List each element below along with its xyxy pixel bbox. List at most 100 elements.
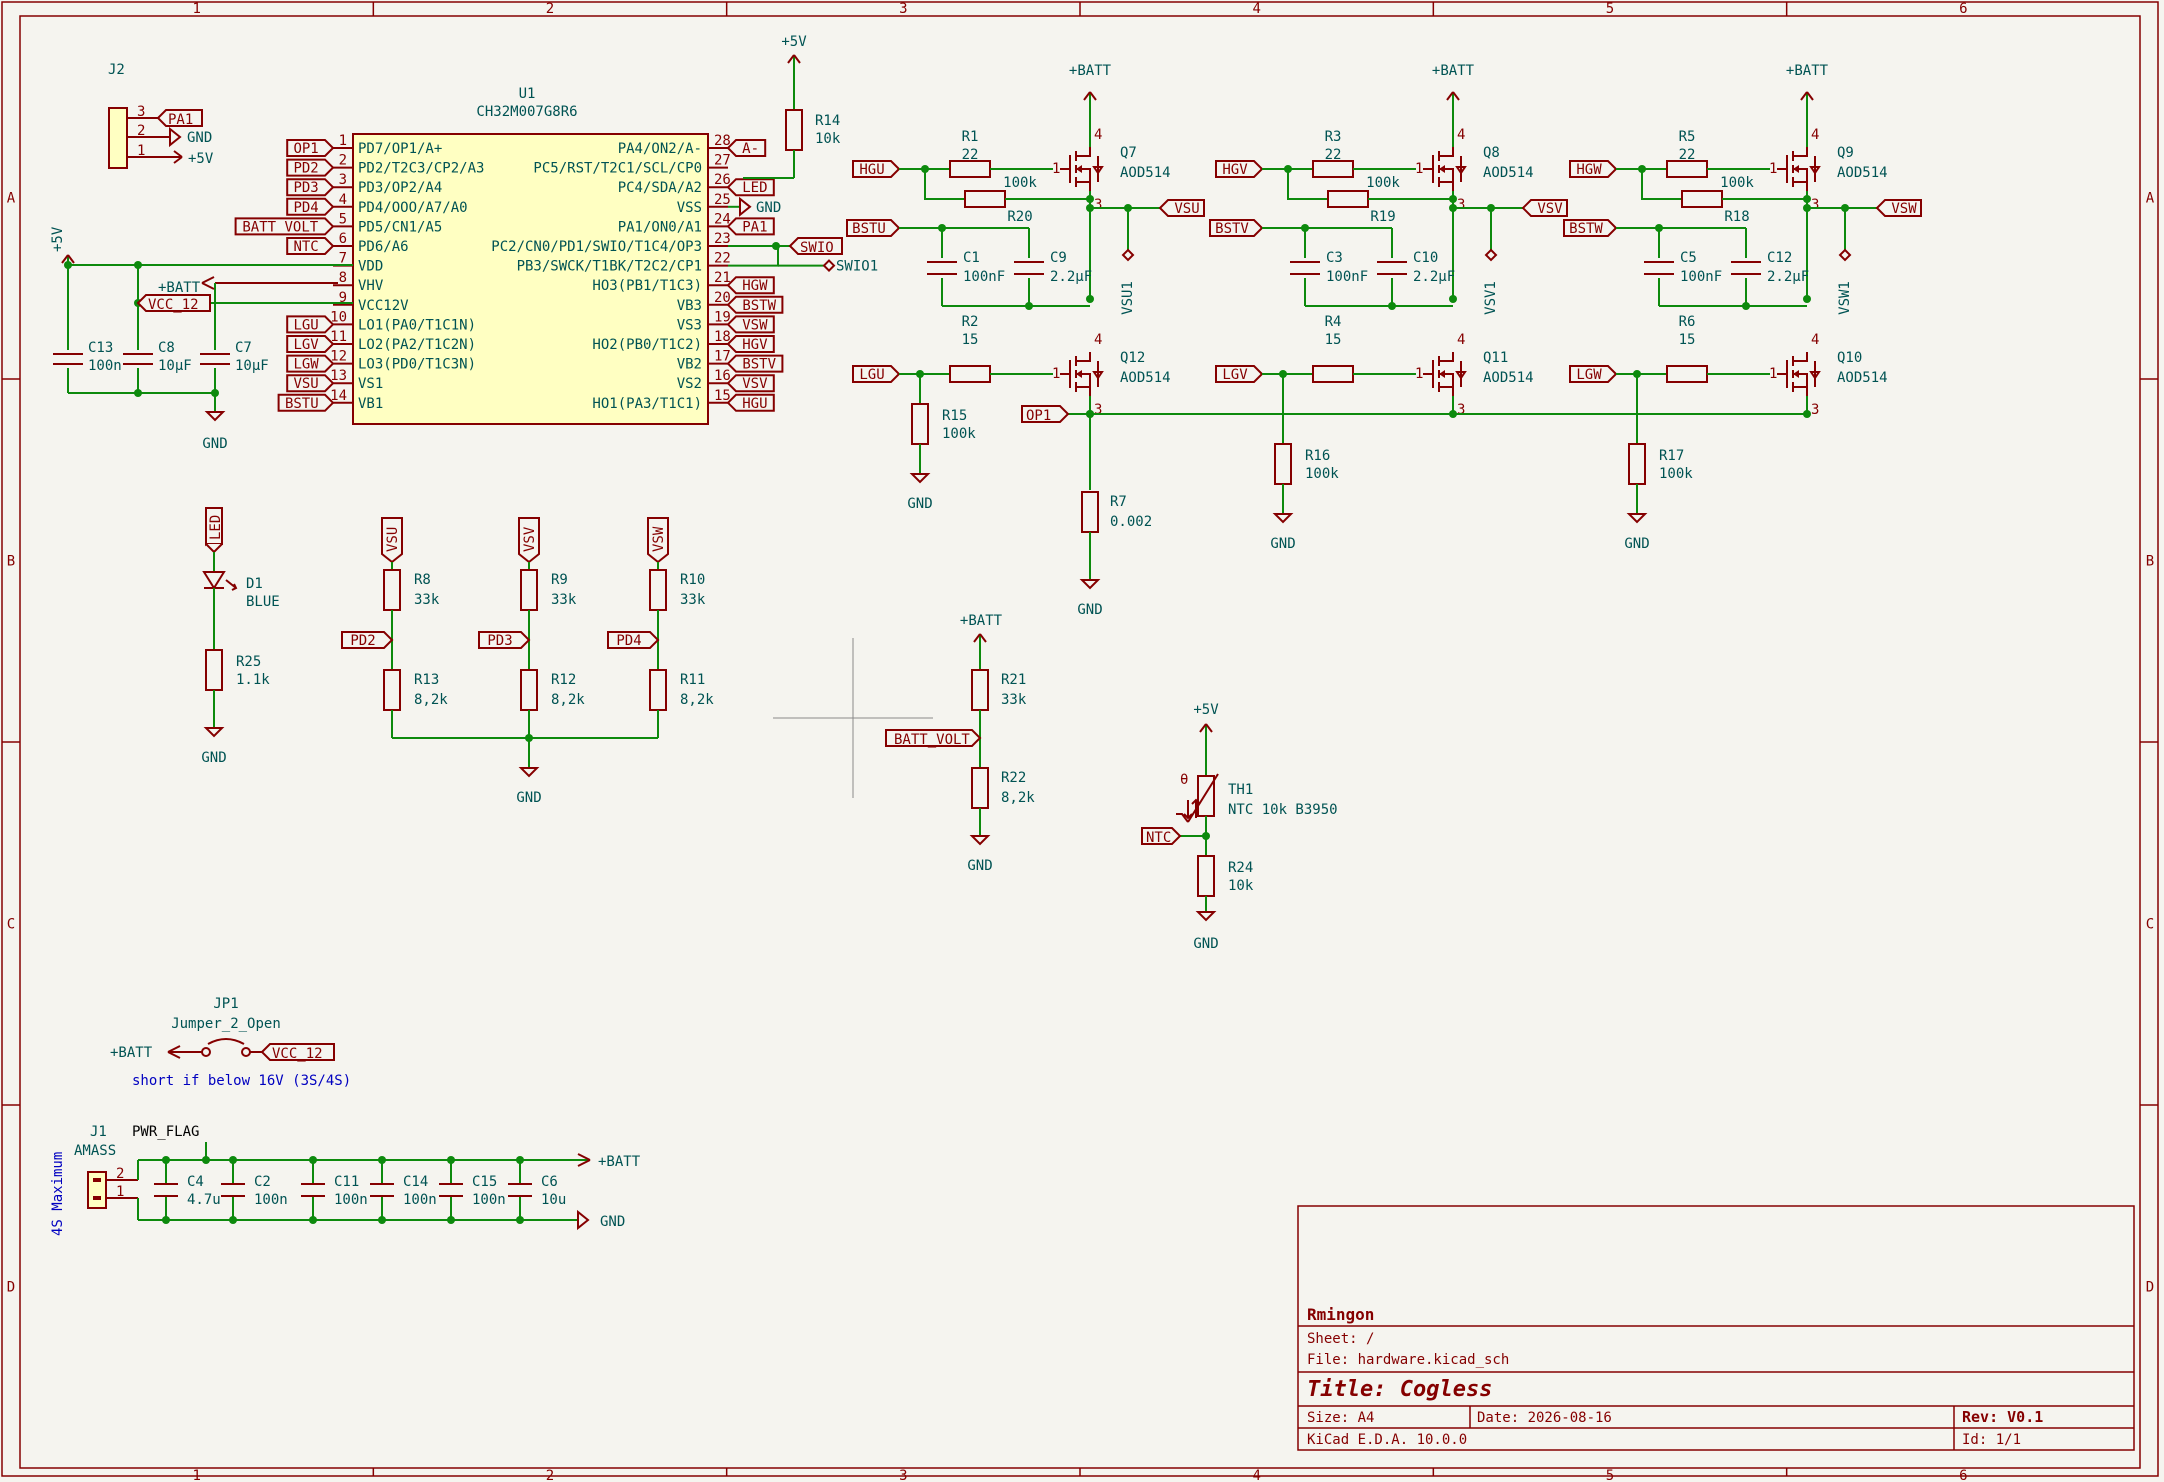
phase-probe: VSU1 xyxy=(1120,281,1136,315)
cap-value: 100n xyxy=(88,358,122,374)
divider-mid-label: PD2 xyxy=(350,633,375,649)
incap-value: 100n xyxy=(254,1192,288,1208)
tb-company: Rmingon xyxy=(1307,1305,1374,1324)
mcu-pin-name: PB3/SWCK/T1BK/T2C2/CP1 xyxy=(517,259,702,275)
mcu-pin-name: HO3(PB1/T1C3) xyxy=(592,278,702,294)
bdiv-batt: +BATT xyxy=(960,613,1003,629)
r7-shunt-body[interactable] xyxy=(1081,491,1099,533)
phase-batt: +BATT xyxy=(1069,63,1112,79)
led-value: BLUE xyxy=(246,594,280,610)
mcu-pin-name: LO1(PA0/T1C1N) xyxy=(358,317,476,333)
fet-pin-d: 4 xyxy=(1094,332,1102,348)
mcu-net-label: GND xyxy=(756,200,781,216)
mcu-pin-name: PC5/RST/T2C1/SCL/CP0 xyxy=(533,161,702,177)
phase-lg-label: LGW xyxy=(1576,367,1602,383)
mcu-pin-name: HO1(PA3/T1C1) xyxy=(592,396,702,412)
divider-top-label: VSW xyxy=(651,526,667,552)
c2-ref: C9 xyxy=(1050,250,1067,266)
rpd-ref: R15 xyxy=(942,408,967,424)
frame-row-left: D xyxy=(7,1280,15,1296)
phase-bst-label: BSTW xyxy=(1569,221,1603,237)
input-gnd: GND xyxy=(600,1214,625,1230)
divider-r1-value: 33k xyxy=(680,592,706,608)
divider-r1-ref: R8 xyxy=(414,572,431,588)
fet-ref: Q7 xyxy=(1120,145,1137,161)
rpd-value: 100k xyxy=(1305,466,1339,482)
rpd-value: 100k xyxy=(1659,466,1693,482)
tb-id: Id: 1/1 xyxy=(1962,1432,2021,1448)
mcu-net-label: PD2 xyxy=(293,161,318,177)
schematic-sheet: 112233445566A AB BC CD D U1 CH32M007G8R6 1 PD… xyxy=(0,0,2164,1482)
incap-value: 100n xyxy=(403,1192,437,1208)
fet-pin-g: 1 xyxy=(1769,161,1777,177)
mcu-pin-name: LO3(PD0/T1C3N) xyxy=(358,357,476,373)
rg2-ref: R2 xyxy=(962,314,979,330)
phase-lg-label: LGU xyxy=(859,367,884,383)
mcu-net-label: HGU xyxy=(742,396,767,412)
mcu-pin-name: VB2 xyxy=(677,357,702,373)
tb-title: Title: Cogless xyxy=(1307,1377,1492,1402)
mcu-pin-num: 1 xyxy=(339,133,347,149)
mcu-net-label: HGV xyxy=(742,337,768,353)
j2-pin2: 2 xyxy=(137,123,145,139)
fet-pin-g: 1 xyxy=(1769,366,1777,382)
divider-r1-value: 33k xyxy=(551,592,577,608)
fet-value: AOD514 xyxy=(1483,165,1534,181)
jp1-note: short if below 16V (3S/4S) xyxy=(132,1073,351,1089)
fet-value: AOD514 xyxy=(1483,370,1534,386)
incap-ref: C6 xyxy=(541,1174,558,1190)
mcu-pin-name: PA4/ON2/A- xyxy=(618,141,702,157)
incap-value: 100n xyxy=(472,1192,506,1208)
phase-hg-label: HGV xyxy=(1222,162,1248,178)
incap-ref: C15 xyxy=(472,1174,497,1190)
mcu-pin-name: VDD xyxy=(358,259,383,275)
th1-ref: TH1 xyxy=(1228,782,1253,798)
mcu-pin-num: 25 xyxy=(714,192,731,208)
r22-value: 8,2k xyxy=(1001,790,1035,806)
phase-vs-label: VSW xyxy=(1891,201,1917,217)
fet-pin-s: 3 xyxy=(1457,197,1465,213)
mcu-pin-num: 22 xyxy=(714,251,731,267)
mcu-net-label: VSW xyxy=(742,317,768,333)
phase-batt: +BATT xyxy=(1432,63,1475,79)
bdiv-gnd: GND xyxy=(967,858,992,874)
frame-col-bottom: 2 xyxy=(546,1468,554,1482)
dividers-gnd: GND xyxy=(516,790,541,806)
c2-ref: C10 xyxy=(1413,250,1438,266)
rg1-value: 22 xyxy=(962,147,979,163)
tb-tool: KiCad E.D.A. 10.0.0 xyxy=(1307,1432,1467,1448)
mcu-pin-name: VCC12V xyxy=(358,298,409,314)
j1-body[interactable] xyxy=(87,1171,107,1209)
cap-ref: C8 xyxy=(158,340,175,356)
phase-vs-label: VSU xyxy=(1174,201,1199,217)
frame-col-bottom: 4 xyxy=(1252,1468,1260,1482)
frame-col-bottom: 5 xyxy=(1606,1468,1614,1482)
j2-pin3: 3 xyxy=(137,104,145,120)
phase-hg-label: HGU xyxy=(859,162,884,178)
mcu-pin-name: PA1/ON0/A1 xyxy=(618,219,702,235)
frame-row-right: B xyxy=(2146,554,2154,570)
pulldown-gnd: GND xyxy=(907,496,932,512)
mcu-pin-num: 8 xyxy=(339,270,347,286)
frame-col-bottom: 6 xyxy=(1959,1468,1967,1482)
mcu-pin-name: VB3 xyxy=(677,298,702,314)
mcu-pin-name: VHV xyxy=(358,278,384,294)
rbs-value: 100k xyxy=(1003,175,1037,191)
fet-pin-d: 4 xyxy=(1457,127,1465,143)
c1-ref: C5 xyxy=(1680,250,1697,266)
mcu-net-label: VSV xyxy=(742,376,768,392)
j1-pin1: 1 xyxy=(116,1184,124,1200)
mcu-net-label: PA1 xyxy=(742,219,767,235)
rg1-value: 22 xyxy=(1679,147,1696,163)
tb-date: Date: 2026-08-16 xyxy=(1477,1410,1612,1426)
mcu-net-label: HGW xyxy=(742,278,768,294)
c1-ref: C3 xyxy=(1326,250,1343,266)
rg1-ref: R3 xyxy=(1325,129,1342,145)
vhv-batt-label: +BATT xyxy=(158,280,201,296)
frame-row-right: D xyxy=(2146,1280,2154,1296)
c2-value: 2.2μF xyxy=(1050,269,1092,285)
fet-pin-g: 1 xyxy=(1415,161,1423,177)
incap-value: 100n xyxy=(334,1192,368,1208)
r24-ref: R24 xyxy=(1228,860,1253,876)
mcu-pin-num: 27 xyxy=(714,153,731,169)
